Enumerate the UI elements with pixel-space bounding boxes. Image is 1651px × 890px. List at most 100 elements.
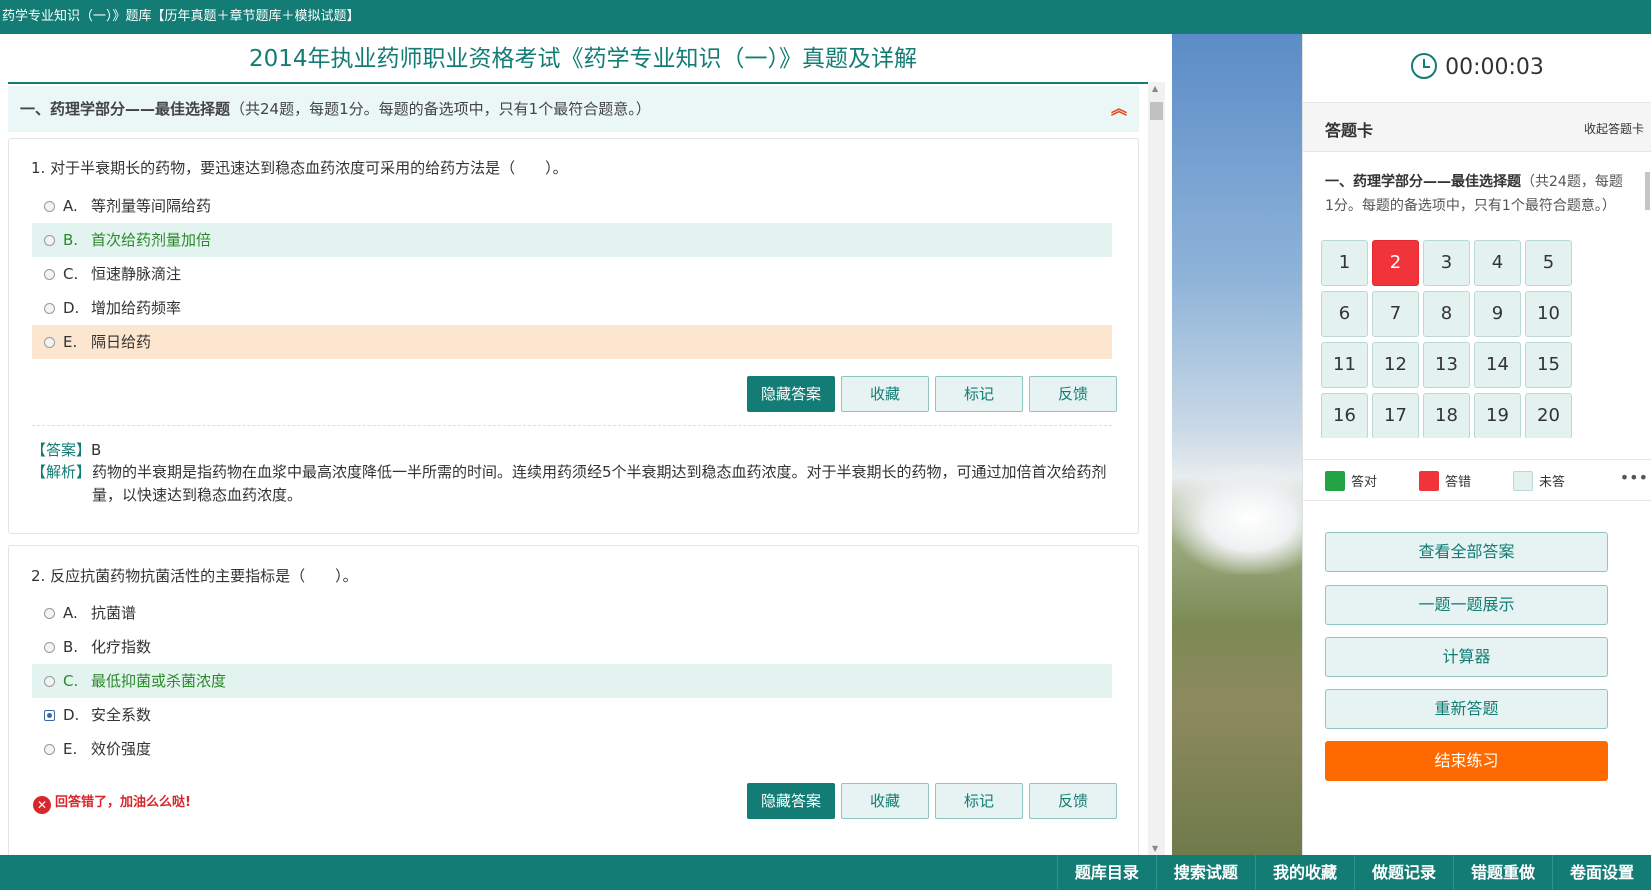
radio-icon — [44, 201, 55, 212]
nav-catalog[interactable]: 题库目录 — [1056, 855, 1156, 890]
option-d[interactable]: D. 安全系数 — [32, 698, 1112, 732]
scroll-down-icon[interactable]: ▼ — [1152, 844, 1158, 853]
question-number-20[interactable]: 20 — [1525, 393, 1572, 439]
nav-redo-wrong[interactable]: 错题重做 — [1452, 855, 1552, 890]
radio-icon — [44, 235, 55, 246]
question-number-16[interactable]: 16 — [1321, 393, 1368, 439]
hide-answer-button[interactable]: 隐藏答案 — [747, 376, 835, 412]
option-letter: A. — [63, 604, 78, 622]
swatch-correct — [1325, 471, 1345, 491]
question-number-2[interactable]: 2 — [1372, 240, 1419, 286]
option-a[interactable]: A. 抗菌谱 — [32, 596, 1112, 630]
question-number-19[interactable]: 19 — [1474, 393, 1521, 439]
option-label: 等剂量等间隔给药 — [91, 197, 212, 215]
calculator-button[interactable]: 计算器 — [1325, 637, 1608, 677]
one-by-one-button[interactable]: 一题一题展示 — [1325, 585, 1608, 625]
question-number-17[interactable]: 17 — [1372, 393, 1419, 439]
radio-icon — [44, 269, 55, 280]
question-number-4[interactable]: 4 — [1474, 240, 1521, 286]
option-c[interactable]: C. 最低抑菌或杀菌浓度 — [32, 664, 1112, 698]
hide-answer-button[interactable]: 隐藏答案 — [747, 783, 835, 819]
option-letter: E. — [63, 333, 78, 351]
top-bar: 药学专业知识（一）》题库【历年真题＋章节题库＋模拟试题】 — [0, 0, 1651, 34]
legend-wrong: 答错 — [1419, 471, 1471, 491]
card-scrollbar[interactable] — [1643, 152, 1651, 447]
collapse-card-link[interactable]: 收起答题卡 — [1584, 120, 1644, 137]
option-letter: C. — [63, 265, 79, 283]
feedback-button[interactable]: 反馈 — [1029, 783, 1117, 819]
radio-icon — [44, 608, 55, 619]
option-letter: B. — [63, 231, 79, 249]
scroll-up-icon[interactable]: ▲ — [1152, 84, 1158, 93]
section-header: 一、药理学部分——最佳选择题（共24题，每题1分。每题的备选项中，只有1个最符合… — [8, 86, 1139, 132]
answer-card-panel: 00:00:03 答题卡 收起答题卡 一、药理学部分——最佳选择题（共24题，每… — [1302, 34, 1651, 855]
question-number-15[interactable]: 15 — [1525, 342, 1572, 388]
feedback-button[interactable]: 反馈 — [1029, 376, 1117, 412]
nav-settings[interactable]: 卷面设置 — [1551, 855, 1651, 890]
question-number-8[interactable]: 8 — [1423, 291, 1470, 337]
question-number-9[interactable]: 9 — [1474, 291, 1521, 337]
favorite-button[interactable]: 收藏 — [841, 783, 929, 819]
question-number-7[interactable]: 7 — [1372, 291, 1419, 337]
double-chevron-up-icon[interactable]: ︽ — [1111, 86, 1127, 132]
exam-title: 2014年执业药师职业资格考试《药学专业知识（一）》真题及详解 — [8, 34, 1158, 84]
question-number-10[interactable]: 10 — [1525, 291, 1572, 337]
question-number-5[interactable]: 5 — [1525, 240, 1572, 286]
option-letter: C. — [63, 672, 79, 690]
legend-correct-label: 答对 — [1351, 475, 1378, 490]
bottom-bar: 题库目录 搜索试题 我的收藏 做题记录 错题重做 卷面设置 — [0, 855, 1651, 890]
option-c[interactable]: C. 恒速静脉滴注 — [32, 257, 1112, 291]
question-number-18[interactable]: 18 — [1423, 393, 1470, 439]
view-all-answers-button[interactable]: 查看全部答案 — [1325, 532, 1608, 572]
nav-history[interactable]: 做题记录 — [1353, 855, 1453, 890]
question-number-14[interactable]: 14 — [1474, 342, 1521, 388]
more-icon[interactable]: ••• — [1620, 468, 1648, 487]
favorite-button[interactable]: 收藏 — [841, 376, 929, 412]
option-a[interactable]: A. 等剂量等间隔给药 — [32, 189, 1112, 223]
question-number-3[interactable]: 3 — [1423, 240, 1470, 286]
option-e[interactable]: E. 隔日给药 — [32, 325, 1112, 359]
option-b[interactable]: B. 首次给药剂量加倍 — [32, 223, 1112, 257]
restart-button[interactable]: 重新答题 — [1325, 689, 1608, 729]
finish-button[interactable]: 结束练习 — [1325, 741, 1608, 781]
mark-button[interactable]: 标记 — [935, 783, 1023, 819]
swatch-unanswered — [1513, 471, 1533, 491]
card-scroll-thumb[interactable] — [1645, 172, 1650, 210]
card-section-heading: 一、药理学部分——最佳选择题（共24题，每题1分。每题的备选项中，只有1个最符合… — [1325, 170, 1625, 218]
question-card-2: 2. 反应抗菌药物抗菌活性的主要指标是（ ）。 A. 抗菌谱 B. 化疗指数 C. 最… — [8, 545, 1139, 855]
question-number-11[interactable]: 11 — [1321, 342, 1368, 388]
option-label: 抗菌谱 — [91, 604, 137, 622]
radio-checked-icon — [44, 710, 55, 721]
radio-icon — [44, 642, 55, 653]
option-label: 隔日给药 — [91, 333, 152, 351]
question-card-1: 1. 对于半衰期长的药物，要迅速达到稳态血药浓度可采用的给药方法是（ ）。 A.… — [8, 138, 1139, 534]
legend-unanswered: 未答 — [1513, 471, 1565, 491]
timer: 00:00:03 — [1303, 34, 1651, 102]
question-number-1[interactable]: 1 — [1321, 240, 1368, 286]
legend-correct: 答对 — [1325, 471, 1377, 491]
main-scrollbar[interactable]: ▲ ▼ — [1148, 82, 1165, 855]
question-text: 1. 对于半衰期长的药物，要迅速达到稳态血药浓度可采用的给药方法是（ ）。 — [31, 159, 568, 177]
question-actions: 隐藏答案 收藏 标记 反馈 — [747, 783, 1117, 819]
answer-card-title: 答题卡 — [1325, 121, 1374, 140]
nav-search[interactable]: 搜索试题 — [1155, 855, 1255, 890]
option-label: 最低抑菌或杀菌浓度 — [91, 672, 227, 690]
section-title: 一、药理学部分——最佳选择题 — [20, 100, 231, 118]
option-e[interactable]: E. 效价强度 — [32, 732, 1112, 766]
scroll-thumb[interactable] — [1150, 102, 1163, 120]
option-b[interactable]: B. 化疗指数 — [32, 630, 1112, 664]
analysis-text: 药物的半衰期是指药物在血浆中最高浓度降低一半所需的时间。连续用药须经5个半衰期达… — [92, 463, 1107, 504]
answer-value: B — [91, 441, 102, 459]
legend: 答对 答错 未答 ••• — [1303, 459, 1651, 501]
analysis: 【解析】 药物的半衰期是指药物在血浆中最高浓度降低一半所需的时间。连续用药须经5个… — [31, 461, 1121, 507]
nav-favorites[interactable]: 我的收藏 — [1254, 855, 1354, 890]
timer-value: 00:00:03 — [1445, 55, 1544, 80]
mark-button[interactable]: 标记 — [935, 376, 1023, 412]
option-d[interactable]: D. 增加给药频率 — [32, 291, 1112, 325]
question-number-12[interactable]: 12 — [1372, 342, 1419, 388]
main-content: 2014年执业药师职业资格考试《药学专业知识（一）》真题及详解 一、药理学部分—… — [0, 34, 1172, 855]
question-number-6[interactable]: 6 — [1321, 291, 1368, 337]
legend-wrong-label: 答错 — [1445, 475, 1472, 490]
question-number-13[interactable]: 13 — [1423, 342, 1470, 388]
option-label: 增加给药频率 — [91, 299, 182, 317]
